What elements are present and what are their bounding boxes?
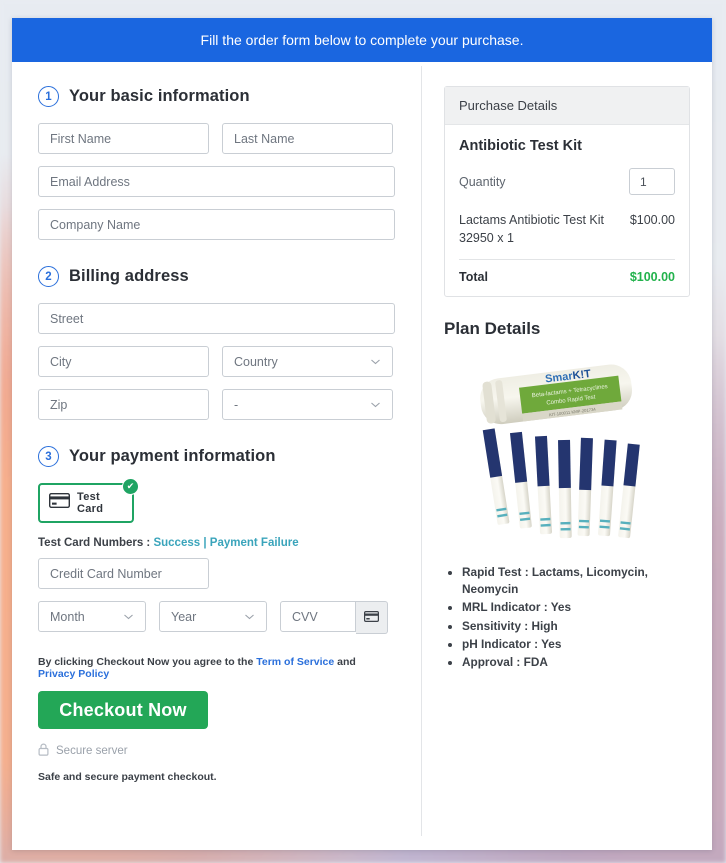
terms-of-service-link[interactable]: Term of Service — [256, 656, 334, 668]
product-name: Antibiotic Test Kit — [459, 138, 582, 154]
last-name-input[interactable]: Last Name — [222, 123, 393, 154]
list-item: MRL Indicator : Yes — [462, 599, 690, 616]
state-select-value: - — [234, 397, 239, 412]
street-row: Street — [38, 303, 395, 334]
total-label: Total — [459, 270, 488, 285]
step-header-basic: 1 Your basic information — [38, 86, 395, 107]
state-select[interactable]: - — [222, 389, 393, 420]
step-number-3: 3 — [38, 446, 59, 467]
quantity-label: Quantity — [459, 174, 506, 189]
test-card-numbers: Test Card Numbers : Success | Payment Fa… — [38, 537, 395, 549]
list-item: Approval : FDA — [462, 654, 690, 671]
expiry-cvv-row: Month Year CVV — [38, 601, 395, 634]
city-input[interactable]: City — [38, 346, 209, 377]
chevron-down-icon — [370, 399, 381, 410]
step-title-basic: Your basic information — [69, 87, 250, 105]
credit-card-icon — [48, 492, 71, 513]
step-header-payment: 3 Your payment information — [38, 446, 395, 467]
summary-divider — [459, 259, 675, 261]
checkout-button[interactable]: Checkout Now — [38, 691, 208, 729]
list-item: Rapid Test : Lactams, Licomycin, Neomyci… — [462, 564, 690, 598]
step-title-billing: Billing address — [69, 267, 189, 285]
lock-icon — [38, 743, 49, 759]
plan-details-title: Plan Details — [444, 319, 541, 339]
list-item: pH Indicator : Yes — [462, 636, 690, 653]
agreement-text: By clicking Checkout Now you agree to th… — [38, 656, 395, 680]
total-row: Total $100.00 — [459, 270, 675, 284]
expiry-month-select[interactable]: Month — [38, 601, 146, 632]
summary-column: Purchase Details Antibiotic Test Kit Qua… — [422, 62, 712, 850]
privacy-policy-link[interactable]: Privacy Policy — [38, 668, 109, 680]
secure-server-label: Secure server — [56, 745, 128, 757]
list-item: Sensitivity : High — [462, 618, 690, 635]
cvv-input[interactable]: CVV — [280, 601, 356, 632]
test-card-numbers-label: Test Card Numbers : — [38, 537, 151, 549]
secure-server-note: Secure server — [38, 743, 395, 759]
credit-card-icon — [364, 609, 380, 627]
step-number-2: 2 — [38, 266, 59, 287]
cvv-group: CVV — [280, 601, 388, 634]
company-row: Company Name — [38, 209, 395, 240]
product-image: SmarK!T Beta-lactams + Tetracyclines Com… — [444, 345, 690, 550]
purchase-details-panel: Purchase Details Antibiotic Test Kit Qua… — [444, 86, 690, 298]
purchase-details-title: Purchase Details — [445, 87, 689, 125]
payment-method-test-card[interactable]: Test Card ✔ — [38, 478, 139, 523]
zip-input[interactable]: Zip — [38, 389, 209, 420]
country-select-value: Country — [234, 354, 278, 369]
card-body: 1 Your basic information First Name Last… — [12, 62, 712, 850]
line-item-row: Lactams Antibiotic Test Kit 32950 x 1 $1… — [459, 211, 675, 247]
chevron-down-icon — [123, 611, 134, 622]
agreement-prefix: By clicking Checkout Now you agree to th… — [38, 656, 254, 668]
expiry-year-select[interactable]: Year — [159, 601, 267, 632]
banner-text: Fill the order form below to complete yo… — [200, 32, 524, 48]
expiry-month-value: Month — [50, 609, 85, 624]
cvv-help-button[interactable] — [356, 601, 388, 634]
email-row: Email Address — [38, 166, 395, 197]
step-number-1: 1 — [38, 86, 59, 107]
checkout-card: Fill the order form below to complete yo… — [12, 18, 712, 850]
email-input[interactable]: Email Address — [38, 166, 395, 197]
purchase-details-body: Antibiotic Test Kit Quantity 1 Lactams A… — [445, 125, 689, 296]
step-header-billing: 2 Billing address — [38, 266, 395, 287]
total-value: $100.00 — [629, 270, 675, 285]
payment-method-label: Test Card — [77, 491, 104, 515]
plan-feature-list: Rapid Test : Lactams, Licomycin, Neomyci… — [444, 564, 690, 671]
expiry-year-value: Year — [171, 609, 197, 624]
link-separator: | — [203, 537, 207, 549]
form-column: 1 Your basic information First Name Last… — [12, 62, 421, 850]
page-banner: Fill the order form below to complete yo… — [12, 18, 712, 62]
name-row: First Name Last Name — [38, 123, 395, 154]
success-card-link[interactable]: Success — [153, 537, 200, 549]
chevron-down-icon — [370, 356, 381, 367]
street-input[interactable]: Street — [38, 303, 395, 334]
chevron-down-icon — [244, 611, 255, 622]
quantity-input[interactable]: 1 — [629, 168, 675, 195]
country-select[interactable]: Country — [222, 346, 393, 377]
city-country-row: City Country — [38, 346, 395, 377]
check-circle-icon: ✔ — [122, 478, 139, 495]
line-item-price: $100.00 — [629, 213, 675, 227]
payment-failure-card-link[interactable]: Payment Failure — [210, 537, 299, 549]
agreement-conjunction: and — [337, 656, 356, 668]
step-title-payment: Your payment information — [69, 447, 276, 465]
first-name-input[interactable]: First Name — [38, 123, 209, 154]
company-input[interactable]: Company Name — [38, 209, 395, 240]
quantity-row: Quantity 1 — [459, 168, 675, 195]
credit-card-number-input[interactable]: Credit Card Number — [38, 558, 209, 589]
zip-state-row: Zip - — [38, 389, 395, 420]
safe-checkout-text: Safe and secure payment checkout. — [38, 771, 217, 783]
line-item-name: Lactams Antibiotic Test Kit 32950 x 1 — [459, 213, 604, 246]
